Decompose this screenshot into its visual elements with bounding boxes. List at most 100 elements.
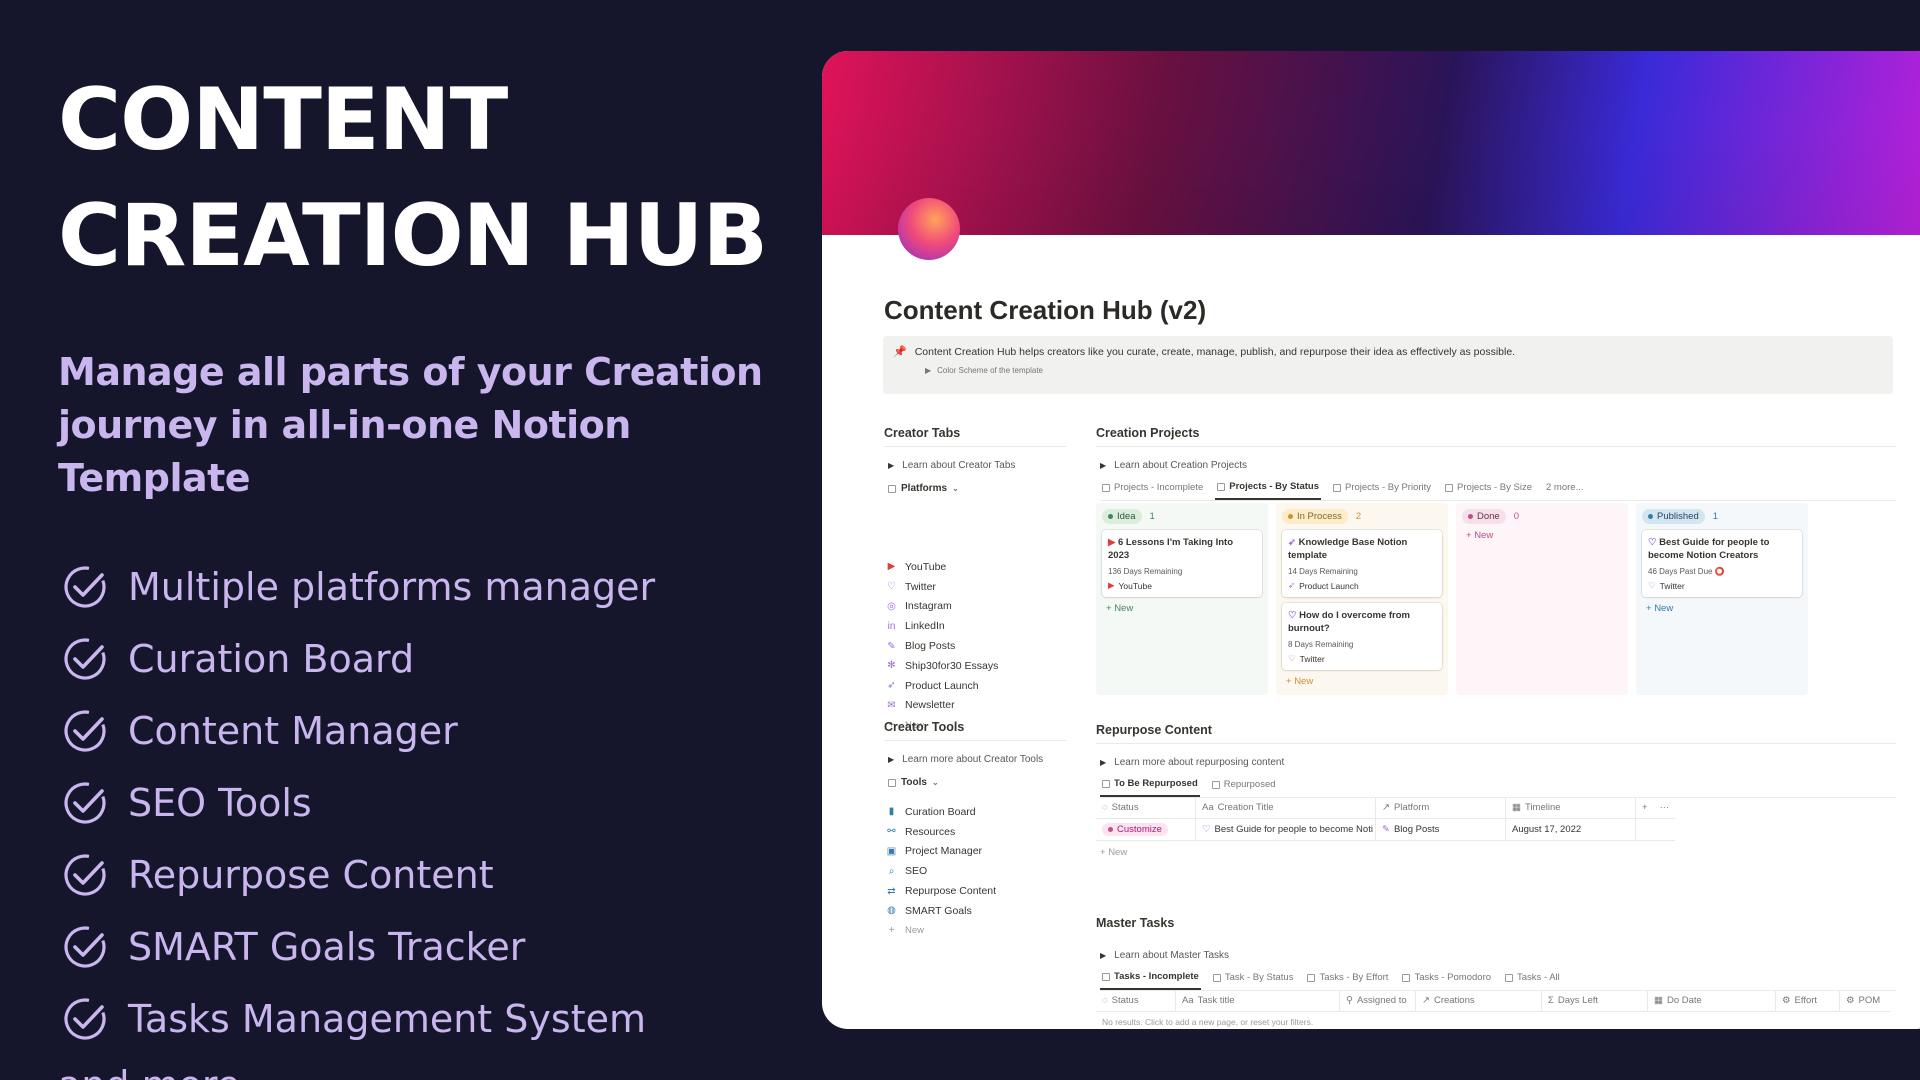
tasks-table: ◌ Status Aa Task title ⚲ Assigned to ↗ Creation… — [1096, 990, 1890, 1012]
feature-label: Multiple platforms manager — [128, 565, 656, 609]
nav-item-label: LinkedIn — [905, 620, 945, 633]
view-tab[interactable]: Projects - By Status — [1215, 477, 1321, 500]
card-platform: ➶ Product Launch — [1288, 580, 1436, 591]
view-tab[interactable]: Projects - By Size — [1443, 477, 1534, 500]
column-header[interactable]: ↗ Platform — [1376, 797, 1506, 818]
pen-icon: ✎ — [887, 640, 896, 652]
add-column-button[interactable]: + — [1636, 797, 1654, 818]
more-options-icon[interactable]: ··· — [1654, 797, 1676, 818]
nav-item-label: Resources — [905, 825, 956, 838]
column-header[interactable]: ⚙ POM — [1840, 990, 1890, 1011]
nav-item-label: Newsletter — [905, 699, 955, 712]
view-tab[interactable]: Repurposed — [1210, 774, 1278, 797]
new-item-button[interactable]: + New — [886, 921, 996, 941]
page-icon: ♡ — [1648, 537, 1660, 548]
card-title-text: How do I overcome from burnout? — [1288, 610, 1411, 634]
column-icon: ↗ — [1382, 802, 1390, 813]
feature-item: Repurpose Content — [58, 839, 778, 911]
nav-item-resources[interactable]: ⚯ Resources — [886, 822, 996, 842]
page-cover — [822, 51, 1920, 235]
platform-icon: ▶ — [1108, 580, 1115, 590]
project-card[interactable]: ♡ Best Guide for people to become Notion… — [1642, 530, 1802, 597]
nav-item-curation-board[interactable]: ▮ Curation Board — [886, 802, 996, 822]
search-icon: ⌕ — [888, 865, 895, 877]
view-tab[interactable]: Task - By Status — [1211, 967, 1296, 990]
view-tab[interactable]: Tasks - Incomplete — [1100, 967, 1201, 990]
column-header[interactable]: ◌ Status — [1096, 797, 1196, 818]
view-tab[interactable]: Tasks - By Effort — [1305, 967, 1390, 990]
view-tab[interactable]: 2 more... — [1544, 477, 1586, 500]
creator-tools-toggle[interactable]: ▶ Learn more about Creator Tools — [888, 754, 1043, 765]
nav-item-label: Instagram — [905, 600, 952, 613]
toggle-arrow-icon: ▶ — [888, 755, 895, 764]
table-row[interactable]: Customize ♡ Best Guide for people to becom… — [1096, 819, 1676, 841]
page-icon: ♡ — [1288, 610, 1300, 621]
nav-item-linkedin[interactable]: in LinkedIn — [886, 616, 998, 636]
status-badge: Customize — [1102, 823, 1168, 836]
add-row-button[interactable]: + New — [1096, 841, 1675, 864]
master-tasks-toggle[interactable]: ▶ Learn about Master Tasks — [1100, 950, 1229, 961]
nav-item-label: Ship30for30 Essays — [905, 659, 999, 672]
add-card-button[interactable]: + New — [1102, 603, 1262, 614]
view-tab[interactable]: Tasks - All — [1503, 967, 1562, 990]
view-tab-label: Projects - By Priority — [1344, 482, 1432, 493]
add-card-button[interactable]: + New — [1642, 603, 1802, 614]
project-card[interactable]: ➶ Knowledge Base Notion template 14 Days … — [1282, 530, 1442, 597]
column-header[interactable]: Aa Creation Title — [1196, 797, 1376, 818]
creator-tabs-toggle[interactable]: ▶ Learn about Creator Tabs — [888, 460, 1015, 471]
project-card[interactable]: ♡ How do I overcome from burnout? 8 Days … — [1282, 603, 1442, 670]
creation-projects-toggle-label: Learn about Creation Projects — [1114, 460, 1248, 471]
nav-item-blog-posts[interactable]: ✎ Blog Posts — [886, 636, 998, 656]
nav-item-label: Project Manager — [905, 845, 983, 858]
view-tab[interactable]: To Be Repurposed — [1100, 774, 1200, 797]
column-header[interactable]: ↗ Creations — [1416, 990, 1542, 1011]
repurpose-toggle[interactable]: ▶ Learn more about repurposing content — [1100, 757, 1284, 768]
nav-item-newsletter[interactable]: ✉ Newsletter — [886, 696, 998, 716]
title-cell[interactable]: ♡ Best Guide for people to become Noti — [1196, 819, 1376, 840]
status-badge[interactable]: In Process — [1282, 509, 1348, 524]
nav-item-repurpose-content[interactable]: ⇄ Repurpose Content — [886, 881, 996, 901]
color-scheme-toggle[interactable]: ▶ Color Scheme of the template — [925, 365, 1893, 376]
nav-item-smart-goals[interactable]: ◍ SMART Goals — [886, 901, 996, 921]
platform-cell[interactable]: ✎ Blog Posts — [1376, 819, 1506, 840]
column-header[interactable]: ⚙ Effort — [1776, 990, 1840, 1011]
nav-item-instagram[interactable]: ◎ Instagram — [886, 597, 998, 617]
add-card-button[interactable]: + New — [1462, 530, 1622, 541]
column-header[interactable]: ▦ Timeline — [1506, 797, 1636, 818]
nav-item-ship30for30-essays[interactable]: ✻ Ship30for30 Essays — [886, 656, 998, 676]
status-badge[interactable]: Done — [1462, 509, 1506, 524]
card-deadline: 14 Days Remaining — [1288, 567, 1436, 576]
nav-item-product-launch[interactable]: ➶ Product Launch — [886, 676, 998, 696]
column-header: Published 1 — [1642, 509, 1802, 524]
creation-projects-toggle[interactable]: ▶ Learn about Creation Projects — [1100, 460, 1247, 471]
column-header[interactable]: Aa Task title — [1176, 990, 1340, 1011]
column-header[interactable]: Σ Days Left — [1542, 990, 1648, 1011]
nav-item-label: Blog Posts — [905, 640, 956, 653]
column-icon: Σ — [1548, 995, 1554, 1006]
column-header[interactable]: ◌ Status — [1096, 990, 1176, 1011]
platforms-view-dropdown[interactable]: Platforms ⌄ — [888, 483, 959, 494]
status-badge[interactable]: Idea — [1102, 509, 1142, 524]
timeline-cell[interactable]: August 17, 2022 — [1506, 819, 1636, 840]
page-icon[interactable] — [898, 198, 960, 260]
nav-item-twitter[interactable]: ♡ Twitter — [886, 577, 998, 597]
view-tab[interactable]: Projects - Incomplete — [1100, 477, 1205, 500]
creator-tabs-heading: Creator Tabs — [884, 426, 1066, 447]
project-card[interactable]: ▶ 6 Lessons I'm Taking Into 2023 136 Days… — [1102, 530, 1262, 597]
status-badge[interactable]: Published — [1642, 509, 1705, 524]
nav-item-youtube[interactable]: ▶ YouTube — [886, 557, 998, 577]
column-header[interactable]: ⚲ Assigned to — [1340, 990, 1416, 1011]
notion-window: Content Creation Hub (v2) 📌 Content Creat… — [822, 51, 1920, 1029]
status-cell[interactable]: Customize — [1096, 819, 1196, 840]
nav-item-seo[interactable]: ⌕ SEO — [886, 861, 996, 881]
nav-item-project-manager[interactable]: ▣ Project Manager — [886, 842, 996, 862]
add-card-button[interactable]: + New — [1282, 676, 1442, 687]
callout-text: Content Creation Hub helps creators like… — [914, 345, 1516, 358]
view-tab[interactable]: Projects - By Priority — [1331, 477, 1433, 500]
creator-tabs-toggle-label: Learn about Creator Tabs — [902, 460, 1016, 471]
column-header[interactable]: ▦ Do Date — [1648, 990, 1776, 1011]
view-tab[interactable]: Tasks - Pomodoro — [1400, 967, 1493, 990]
plus-icon: + — [1286, 676, 1295, 687]
tools-view-dropdown[interactable]: Tools ⌄ — [888, 777, 939, 788]
linkedin-icon: in — [887, 620, 896, 632]
